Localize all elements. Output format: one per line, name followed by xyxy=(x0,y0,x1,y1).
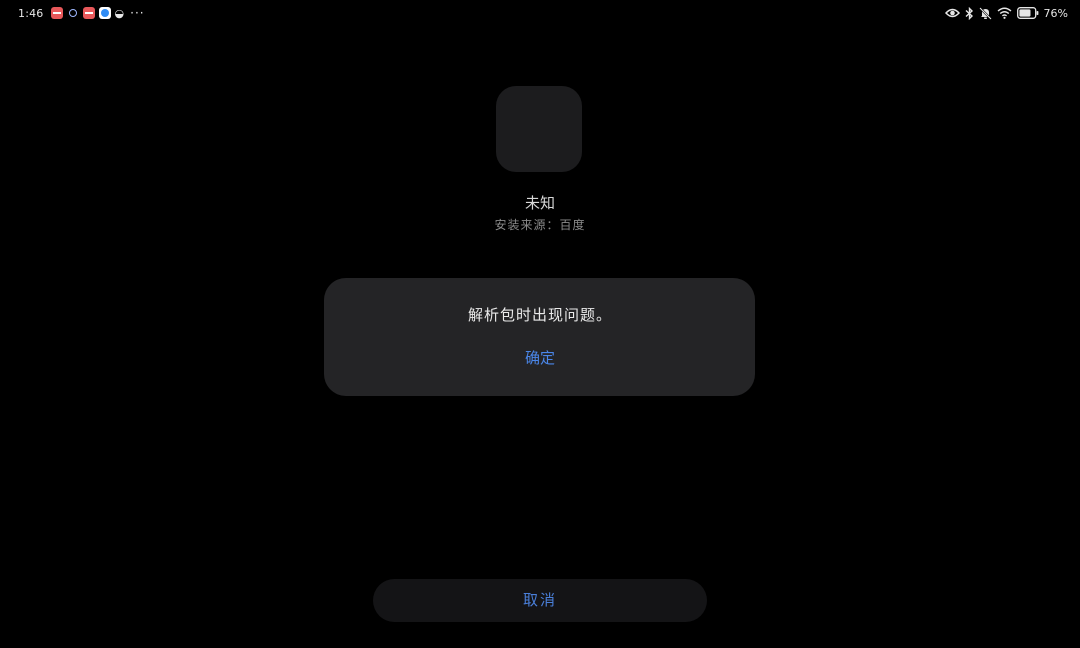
bell-muted-icon xyxy=(978,6,992,20)
clock: 1:46 xyxy=(18,6,44,20)
confirm-button[interactable]: 确定 xyxy=(490,344,590,372)
dialog-message: 解析包时出现问题。 xyxy=(467,306,612,324)
app-name: 未知 xyxy=(524,194,555,212)
wifi-icon xyxy=(997,7,1012,19)
battery-icon xyxy=(1016,7,1039,19)
bluetooth-icon xyxy=(965,6,974,20)
status-left: 1:46 ◒ ··· xyxy=(18,5,145,21)
app-icon xyxy=(496,86,582,172)
wechat-icon: ◒ xyxy=(114,6,125,20)
red-app-icon-2 xyxy=(82,7,95,19)
red-app-icon xyxy=(50,7,63,19)
install-source: 安装来源：百度 xyxy=(494,218,586,232)
status-right: 76% xyxy=(944,5,1068,21)
cancel-button[interactable]: 取消 xyxy=(373,579,707,622)
battery-percent: 76% xyxy=(1043,6,1068,20)
blue-app-icon xyxy=(98,7,111,19)
error-dialog xyxy=(324,278,755,396)
more-icon: ··· xyxy=(130,6,145,20)
target-icon xyxy=(68,9,77,17)
eye-icon xyxy=(944,7,960,19)
status-bar: 1:46 ◒ ··· 76% xyxy=(0,0,1080,26)
